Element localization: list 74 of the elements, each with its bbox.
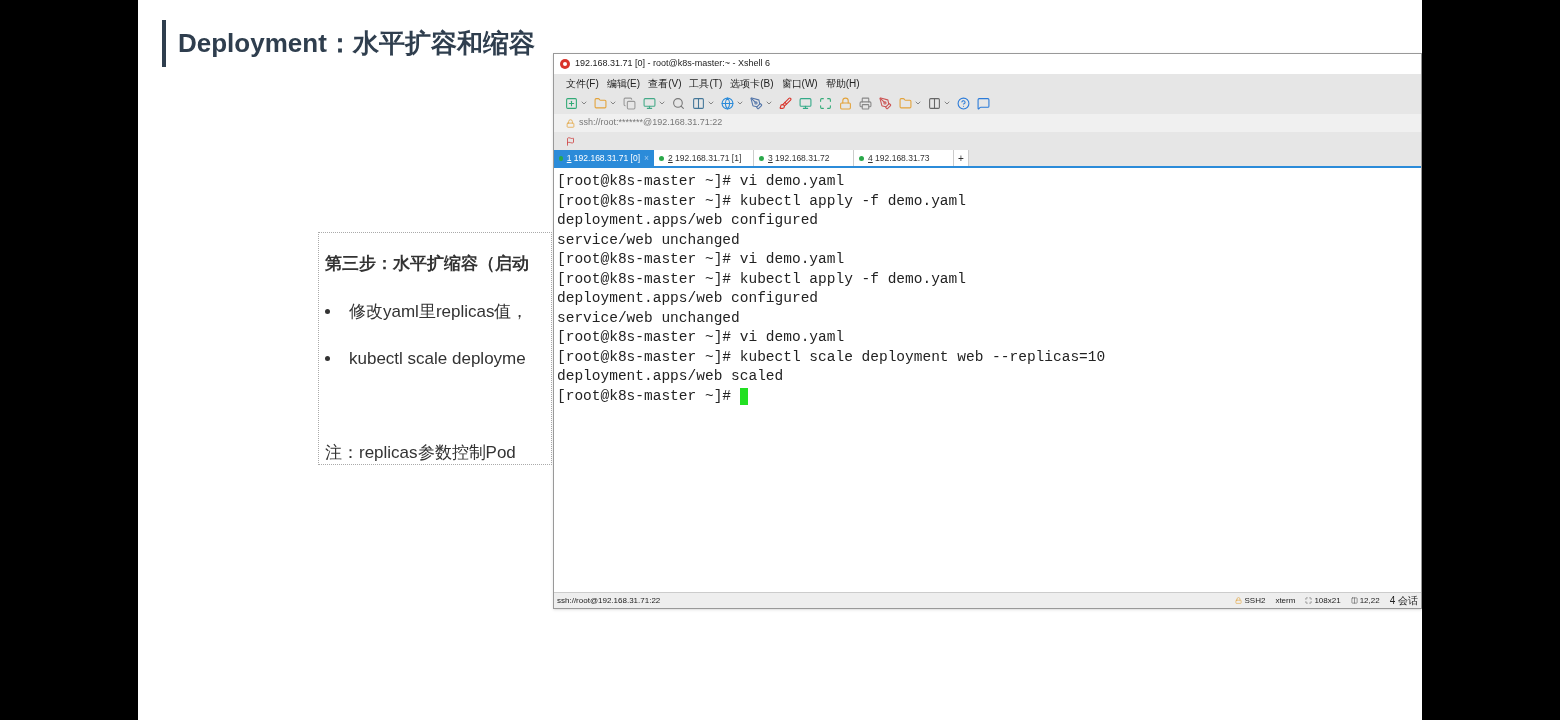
help-icon[interactable] [956,95,971,111]
terminal-line: [root@k8s-master ~]# vi demo.yaml [557,250,845,269]
menu-item[interactable]: 选项卡(B) [730,75,774,91]
pen-icon[interactable] [749,95,764,111]
menu-item[interactable]: 文件(F) [566,75,599,91]
terminal-type: xterm [1275,594,1296,607]
lock-icon [1235,597,1243,604]
terminal-line: [root@k8s-master ~]# kubectl apply -f demo.yaml [557,269,966,289]
slide-title: Deployment：水平扩容和缩容 [178,27,535,60]
tab-label: 4 192.168.31.73 [868,151,930,165]
shell-logo-icon [559,58,571,70]
note-text: 注：replicas参数控制Pod [325,441,517,464]
caret-icon [658,99,666,107]
menu-item[interactable]: 工具(T) [689,75,723,91]
address-field[interactable]: ssh://root:*******@192.168.31.71:22 [579,116,723,130]
screen-icon[interactable] [798,95,813,111]
terminal-line: [root@k8s-master ~]# vi demo.yaml [557,328,845,347]
bullet-icon [325,356,330,362]
fullscreen-icon[interactable] [818,95,833,111]
lock-icon[interactable] [838,95,853,111]
bookmark-icon[interactable] [566,136,575,146]
add-tab-button[interactable]: + [954,150,969,166]
caret-icon [736,99,744,107]
copy-icon[interactable] [622,95,637,111]
caret-icon [580,99,588,107]
search-icon[interactable] [671,95,686,111]
session-tab[interactable]: 1 192.168.31.71 [0] × [554,150,654,166]
terminal-line: deployment.apps/web scaled [557,367,784,386]
size-icon [1305,597,1313,604]
terminal-line: deployment.apps/web configured [557,289,819,308]
session-tab[interactable]: 2 192.168.31.71 [1] [654,150,754,166]
connection-status: ssh://root@192.168.31.71:22 [557,594,661,607]
tab-label: 1 192.168.31.71 [0] [566,151,641,165]
layout-icon[interactable] [927,95,942,111]
new-session-icon[interactable] [564,95,579,111]
cursor-position: 12,22 [1359,594,1380,607]
bullet-text: kubectl scale deployme [349,348,526,370]
step-heading: 第三步：水平扩缩容（启动 [325,253,530,275]
bullet-text: 修改yaml里replicas值， [349,300,529,323]
menu-item[interactable]: 编辑(E) [606,75,641,91]
tab-label: 2 192.168.31.71 [1] [668,151,742,165]
terminal-line: [root@k8s-master ~]# [557,386,733,406]
folder-icon[interactable] [593,95,608,111]
chat-icon[interactable] [976,95,991,111]
window-title: 192.168.31.71 [0] - root@k8s-master:~ - Xshell 6 [575,57,770,71]
terminal-line: [root@k8s-master ~]# vi demo.yaml [557,172,845,191]
caret-icon [943,99,951,107]
terminal-line: [root@k8s-master ~]# kubectl apply -f demo.yaml [557,191,966,211]
menu-item[interactable]: 帮助(H) [825,75,860,91]
terminal-area[interactable] [554,168,1421,592]
transfer-icon[interactable] [898,95,913,111]
protocol-text: SSH2 [1244,594,1266,607]
terminal-line: [root@k8s-master ~]# kubectl scale deployment web --replicas=10 [557,347,1106,367]
caret-icon [609,99,617,107]
caret-icon [765,99,773,107]
monitor-icon[interactable] [642,95,657,111]
menu-item[interactable]: 查看(V) [648,75,682,91]
terminal-line: service/web unchanged [557,308,740,328]
caret-icon [707,99,715,107]
caret-icon [914,99,922,107]
terminal-line: deployment.apps/web configured [557,211,819,230]
printer-icon[interactable] [858,95,873,111]
bullet-icon [325,308,330,314]
globe-icon[interactable] [720,95,735,111]
marker-icon[interactable] [878,95,893,111]
session-tab[interactable]: 4 192.168.31.73 [854,150,954,166]
brush-icon[interactable] [778,95,793,111]
menu-item[interactable]: 窗口(W) [781,75,818,91]
terminal-line: service/web unchanged [557,230,740,250]
session-tab[interactable]: 3 192.168.31.72 [754,150,854,166]
lock-icon [566,118,575,128]
terminal-size: 108x21 [1314,594,1341,607]
session-count: 4 会话 [1389,594,1418,608]
tab-label: 3 192.168.31.72 [768,151,830,165]
